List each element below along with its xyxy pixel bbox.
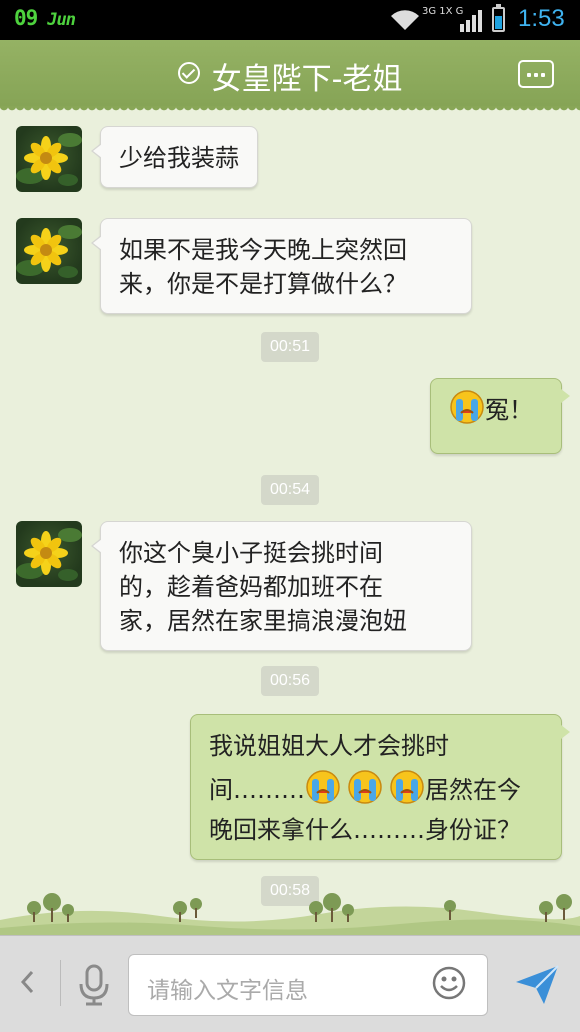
title-bar: 女皇陛下-老姐 bbox=[0, 40, 580, 112]
crying-face-icon bbox=[306, 770, 340, 804]
incoming-message[interactable]: 你这个臭小子挺会挑时间 的，趁着爸妈都加班不在 家，居然在家里搞浪漫泡妞 bbox=[91, 521, 472, 651]
crying-face-icon bbox=[348, 770, 382, 804]
message-text: 居然在今 bbox=[425, 776, 521, 804]
battery-icon bbox=[492, 4, 505, 32]
flower-avatar-icon bbox=[16, 225, 82, 278]
message-line: 晚回来拿什么………身份证？ bbox=[209, 816, 521, 844]
message-line: 我说姐姐大人才会挑时 bbox=[209, 732, 449, 760]
message-input-placeholder: 请输入文字信息 bbox=[147, 978, 308, 1004]
avatar[interactable] bbox=[16, 126, 82, 192]
outgoing-message[interactable]: 我说姐姐大人才会挑时 间……… 居然在今 晚回来拿什么………身份证？ bbox=[190, 714, 570, 860]
chat-area[interactable]: 少给我装蒜 如果不是我今天晚上突然回 来，你是不是打算做什么？ 00:51 冤！… bbox=[0, 112, 580, 932]
incoming-message[interactable]: 如果不是我今天晚上突然回 来，你是不是打算做什么？ bbox=[91, 218, 472, 314]
message-line: 的，趁着爸妈都加班不在 bbox=[119, 573, 383, 601]
status-month: Jun bbox=[47, 10, 76, 30]
status-bar: 09 Jun 3G 1X G 1:53 bbox=[0, 0, 580, 40]
timestamp: 00:54 bbox=[261, 475, 319, 505]
network-type-label: 3G 1X G bbox=[422, 6, 464, 17]
chat-title-wrap: 女皇陛下-老姐 bbox=[0, 54, 580, 98]
timestamp: 00:51 bbox=[261, 332, 319, 362]
avatar[interactable] bbox=[16, 218, 82, 284]
smiley-icon[interactable] bbox=[432, 966, 466, 1000]
message-line-with-emoji: 间……… 居然在今 bbox=[209, 770, 543, 813]
message-line: 家，居然在家里搞浪漫泡妞 bbox=[119, 607, 407, 635]
background-hills bbox=[0, 893, 580, 940]
timestamp: 00:56 bbox=[261, 666, 319, 696]
status-day: 09 bbox=[14, 6, 38, 30]
status-time: 1:53 bbox=[518, 5, 565, 32]
chat-title: 女皇陛下-老姐 bbox=[211, 62, 403, 97]
avatar[interactable] bbox=[16, 521, 82, 587]
message-text: 少给我装蒜 bbox=[119, 144, 239, 172]
incoming-message[interactable]: 少给我装蒜 bbox=[91, 126, 258, 188]
divider bbox=[60, 960, 61, 1006]
wifi-icon bbox=[391, 10, 419, 30]
signal-icon bbox=[460, 10, 482, 32]
outgoing-message[interactable]: 冤！ bbox=[430, 378, 570, 454]
message-line: 来，你是不是打算做什么？ bbox=[119, 270, 407, 298]
send-icon[interactable] bbox=[514, 964, 560, 1006]
status-date: 09 Jun bbox=[14, 6, 76, 30]
crying-face-icon bbox=[390, 770, 424, 804]
microphone-icon[interactable] bbox=[78, 964, 110, 1006]
more-icon[interactable] bbox=[518, 60, 554, 88]
message-text: 间……… bbox=[209, 776, 305, 804]
message-line: 你这个臭小子挺会挑时间 bbox=[119, 539, 383, 567]
check-circle-icon bbox=[177, 62, 200, 84]
chevron-left-icon[interactable] bbox=[18, 968, 36, 1003]
flower-avatar-icon bbox=[16, 528, 82, 581]
message-line: 如果不是我今天晚上突然回 bbox=[119, 236, 407, 264]
flower-avatar-icon bbox=[16, 133, 82, 186]
crying-face-icon bbox=[450, 390, 484, 424]
message-text: 冤！ bbox=[485, 396, 533, 424]
input-bar: 请输入文字信息 bbox=[0, 935, 580, 1032]
